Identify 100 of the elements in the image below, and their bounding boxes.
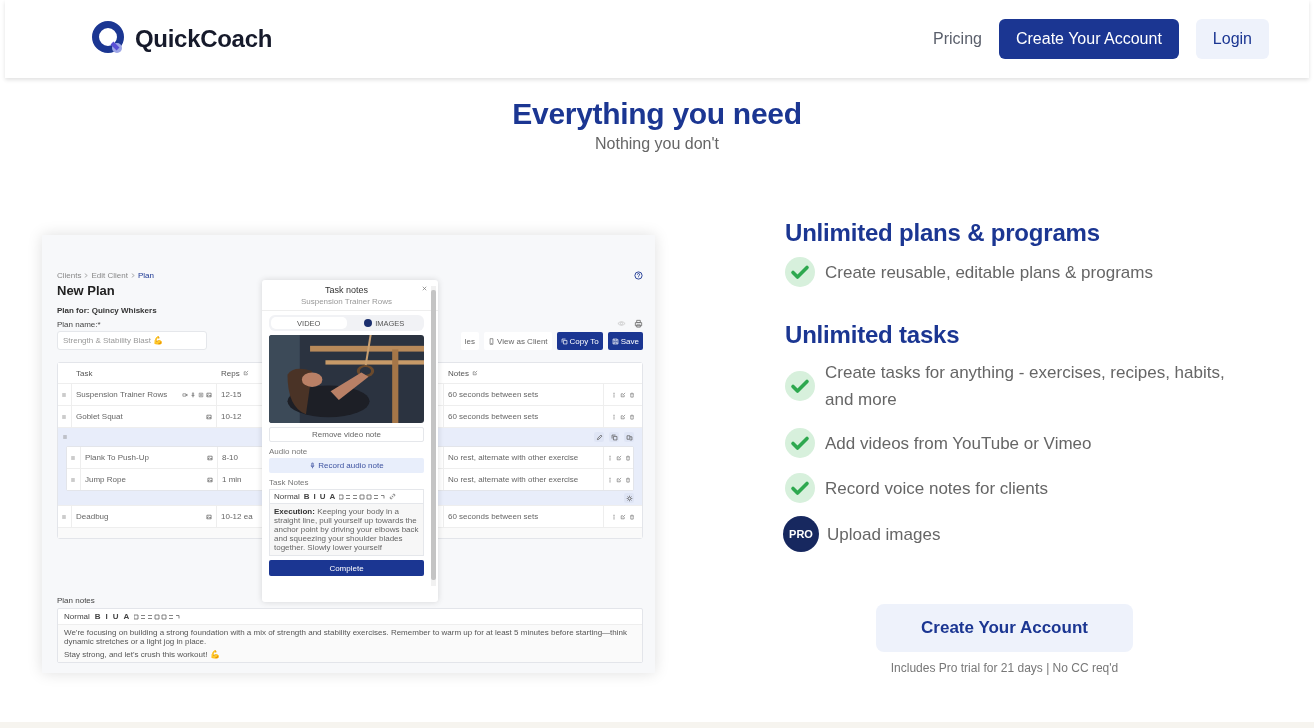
format-button[interactable]: B <box>94 612 101 621</box>
trash-icon[interactable] <box>629 513 635 520</box>
image-icon[interactable] <box>206 413 212 420</box>
image-icon[interactable] <box>206 513 212 520</box>
pro-badge: PRO <box>785 518 817 550</box>
complete-button[interactable]: Complete <box>269 560 424 576</box>
format-button[interactable]: U <box>319 492 326 501</box>
more-icon[interactable] <box>611 413 617 420</box>
copy-icon[interactable] <box>610 433 618 441</box>
gear-icon[interactable] <box>625 494 633 502</box>
task-name[interactable]: Goblet Squat <box>76 412 123 421</box>
field-label: Audio note <box>269 447 308 456</box>
format-button[interactable]: A <box>123 612 130 621</box>
logo-text[interactable]: QuickCoach <box>135 25 273 53</box>
breadcrumb-link[interactable]: Clients <box>57 271 82 280</box>
video-icon[interactable] <box>182 391 188 398</box>
save-icon[interactable] <box>611 337 619 345</box>
feature-title: Unlimited tasks <box>785 321 960 349</box>
edit-icon[interactable] <box>620 391 626 398</box>
plan-notes-editor[interactable] <box>57 608 643 663</box>
create-account-button[interactable]: Create Your Account <box>998 19 1179 59</box>
drag-icon[interactable] <box>61 391 67 398</box>
action-button[interactable]: Save <box>607 332 643 350</box>
notes-text: Stay strong, and let's crush this workout! 💪 <box>64 650 220 659</box>
pricing-link[interactable]: Pricing <box>933 30 982 48</box>
column-header: Notes <box>448 368 469 378</box>
trash-icon[interactable] <box>624 454 631 461</box>
create-account-button[interactable]: Create Your Account <box>876 604 1133 652</box>
table-cell: No rest, alternate with other exercise <box>448 453 579 462</box>
formatting-icons-drawing[interactable] <box>134 613 181 620</box>
more-icon[interactable] <box>606 476 613 483</box>
remove-video-button[interactable]: Remove video note <box>269 427 424 442</box>
edit-icon[interactable] <box>471 370 478 376</box>
table-cell: 60 seconds between sets <box>448 412 539 421</box>
table-cell: 1 min <box>222 475 242 484</box>
note-icon[interactable] <box>198 391 204 398</box>
task-name[interactable]: Plank To Push-Up <box>85 453 149 462</box>
login-button[interactable]: Login <box>1195 19 1269 59</box>
chevron-icon <box>130 273 135 278</box>
table-cell: 10-12 ea <box>221 512 253 521</box>
drag-icon[interactable] <box>61 413 67 420</box>
format-button[interactable]: U <box>112 612 119 621</box>
microphone-icon[interactable] <box>190 391 196 398</box>
table-cell: 60 seconds between sets <box>448 390 539 399</box>
record-audio-button[interactable]: Record audio note <box>269 458 424 473</box>
format-button[interactable]: I <box>105 612 108 621</box>
breadcrumb-link[interactable]: Edit Client <box>91 271 128 280</box>
trial-note: Includes Pro trial for 21 days | No CC req'd <box>890 661 1119 675</box>
breadcrumb-link[interactable]: Plan <box>137 271 154 280</box>
help-icon[interactable] <box>634 271 643 280</box>
image-icon[interactable] <box>207 454 213 461</box>
feature-text: Record voice notes for clients <box>825 477 1048 500</box>
format-button[interactable]: I <box>313 492 316 501</box>
printer-icon[interactable] <box>634 319 643 328</box>
pencil-icon[interactable] <box>595 433 603 441</box>
phone-icon[interactable] <box>488 337 495 345</box>
chevron-icon <box>84 273 89 278</box>
image-icon[interactable] <box>206 391 212 398</box>
image-icon[interactable] <box>207 476 213 483</box>
task-name[interactable]: Deadbug <box>76 512 109 521</box>
more-icon[interactable] <box>611 513 617 520</box>
field-label: Plan name:* <box>57 320 101 329</box>
edit-icon[interactable] <box>242 370 249 376</box>
trash-icon[interactable] <box>629 391 635 398</box>
edit-icon[interactable] <box>615 476 622 483</box>
style-dropdown[interactable]: Normal <box>64 612 90 621</box>
edit-icon[interactable] <box>620 513 626 520</box>
more-icon[interactable] <box>611 391 617 398</box>
task-name[interactable]: Jump Rope <box>85 475 126 484</box>
table-cell: 10-12 <box>221 412 242 421</box>
scrollbar[interactable] <box>431 286 436 586</box>
table-cell: No rest, alternate with other exercise <box>448 475 579 484</box>
drag-icon[interactable] <box>61 513 67 520</box>
feature-text: Create reusable, editable plans & programs <box>825 261 1153 284</box>
action-button[interactable]: Copy To <box>556 332 603 350</box>
action-button[interactable]: View as Client <box>484 332 552 350</box>
hero-subtitle: Nothing you don't <box>595 135 719 153</box>
close-icon[interactable] <box>421 285 428 292</box>
trash-icon[interactable] <box>624 476 631 483</box>
drag-icon[interactable] <box>70 454 76 461</box>
link-icon[interactable] <box>389 493 397 500</box>
edit-icon[interactable] <box>615 454 622 461</box>
formatting-icons-drawing[interactable] <box>339 493 386 500</box>
column-header: Task <box>76 368 93 378</box>
format-button[interactable]: B <box>303 492 310 501</box>
drag-icon[interactable] <box>62 434 68 440</box>
task-name[interactable]: Suspension Trainer Rows <box>76 390 168 399</box>
trash-icon[interactable] <box>629 413 635 420</box>
action-button[interactable]: les <box>460 332 479 350</box>
dialog-subtitle: Suspension Trainer Rows <box>300 297 393 306</box>
field-label: Plan notes <box>57 596 95 605</box>
more-icon[interactable] <box>606 454 613 461</box>
drag-icon[interactable] <box>70 476 76 483</box>
format-button[interactable]: A <box>329 492 336 501</box>
style-dropdown[interactable]: Normal <box>274 492 300 501</box>
client-name: Plan for: Quincy Whiskers <box>57 306 157 315</box>
edit-icon[interactable] <box>620 413 626 420</box>
microphone-icon[interactable] <box>309 462 317 469</box>
ungroup-icon[interactable] <box>625 433 633 441</box>
eye-icon[interactable] <box>617 319 626 328</box>
